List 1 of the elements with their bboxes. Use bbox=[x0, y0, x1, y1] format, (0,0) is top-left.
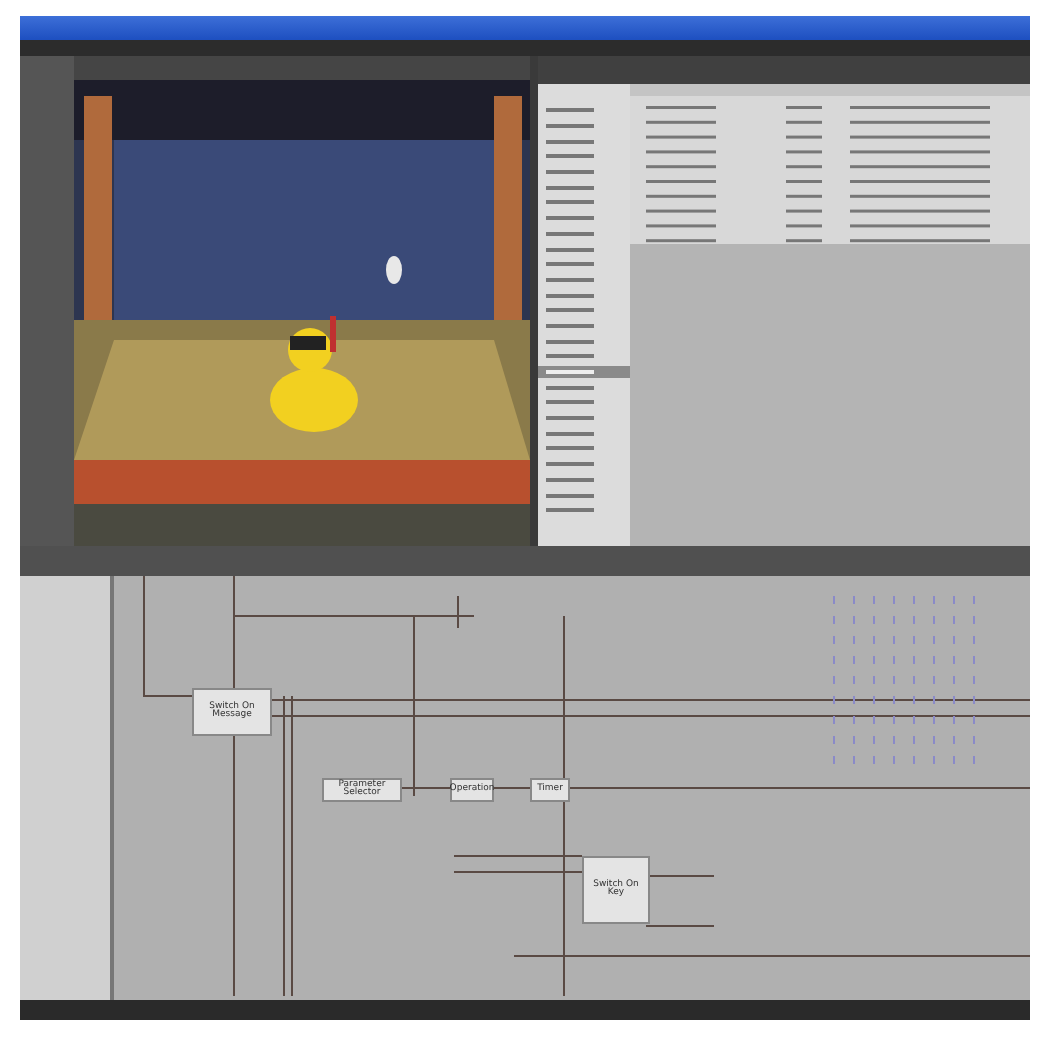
tree-item[interactable] bbox=[538, 365, 630, 379]
